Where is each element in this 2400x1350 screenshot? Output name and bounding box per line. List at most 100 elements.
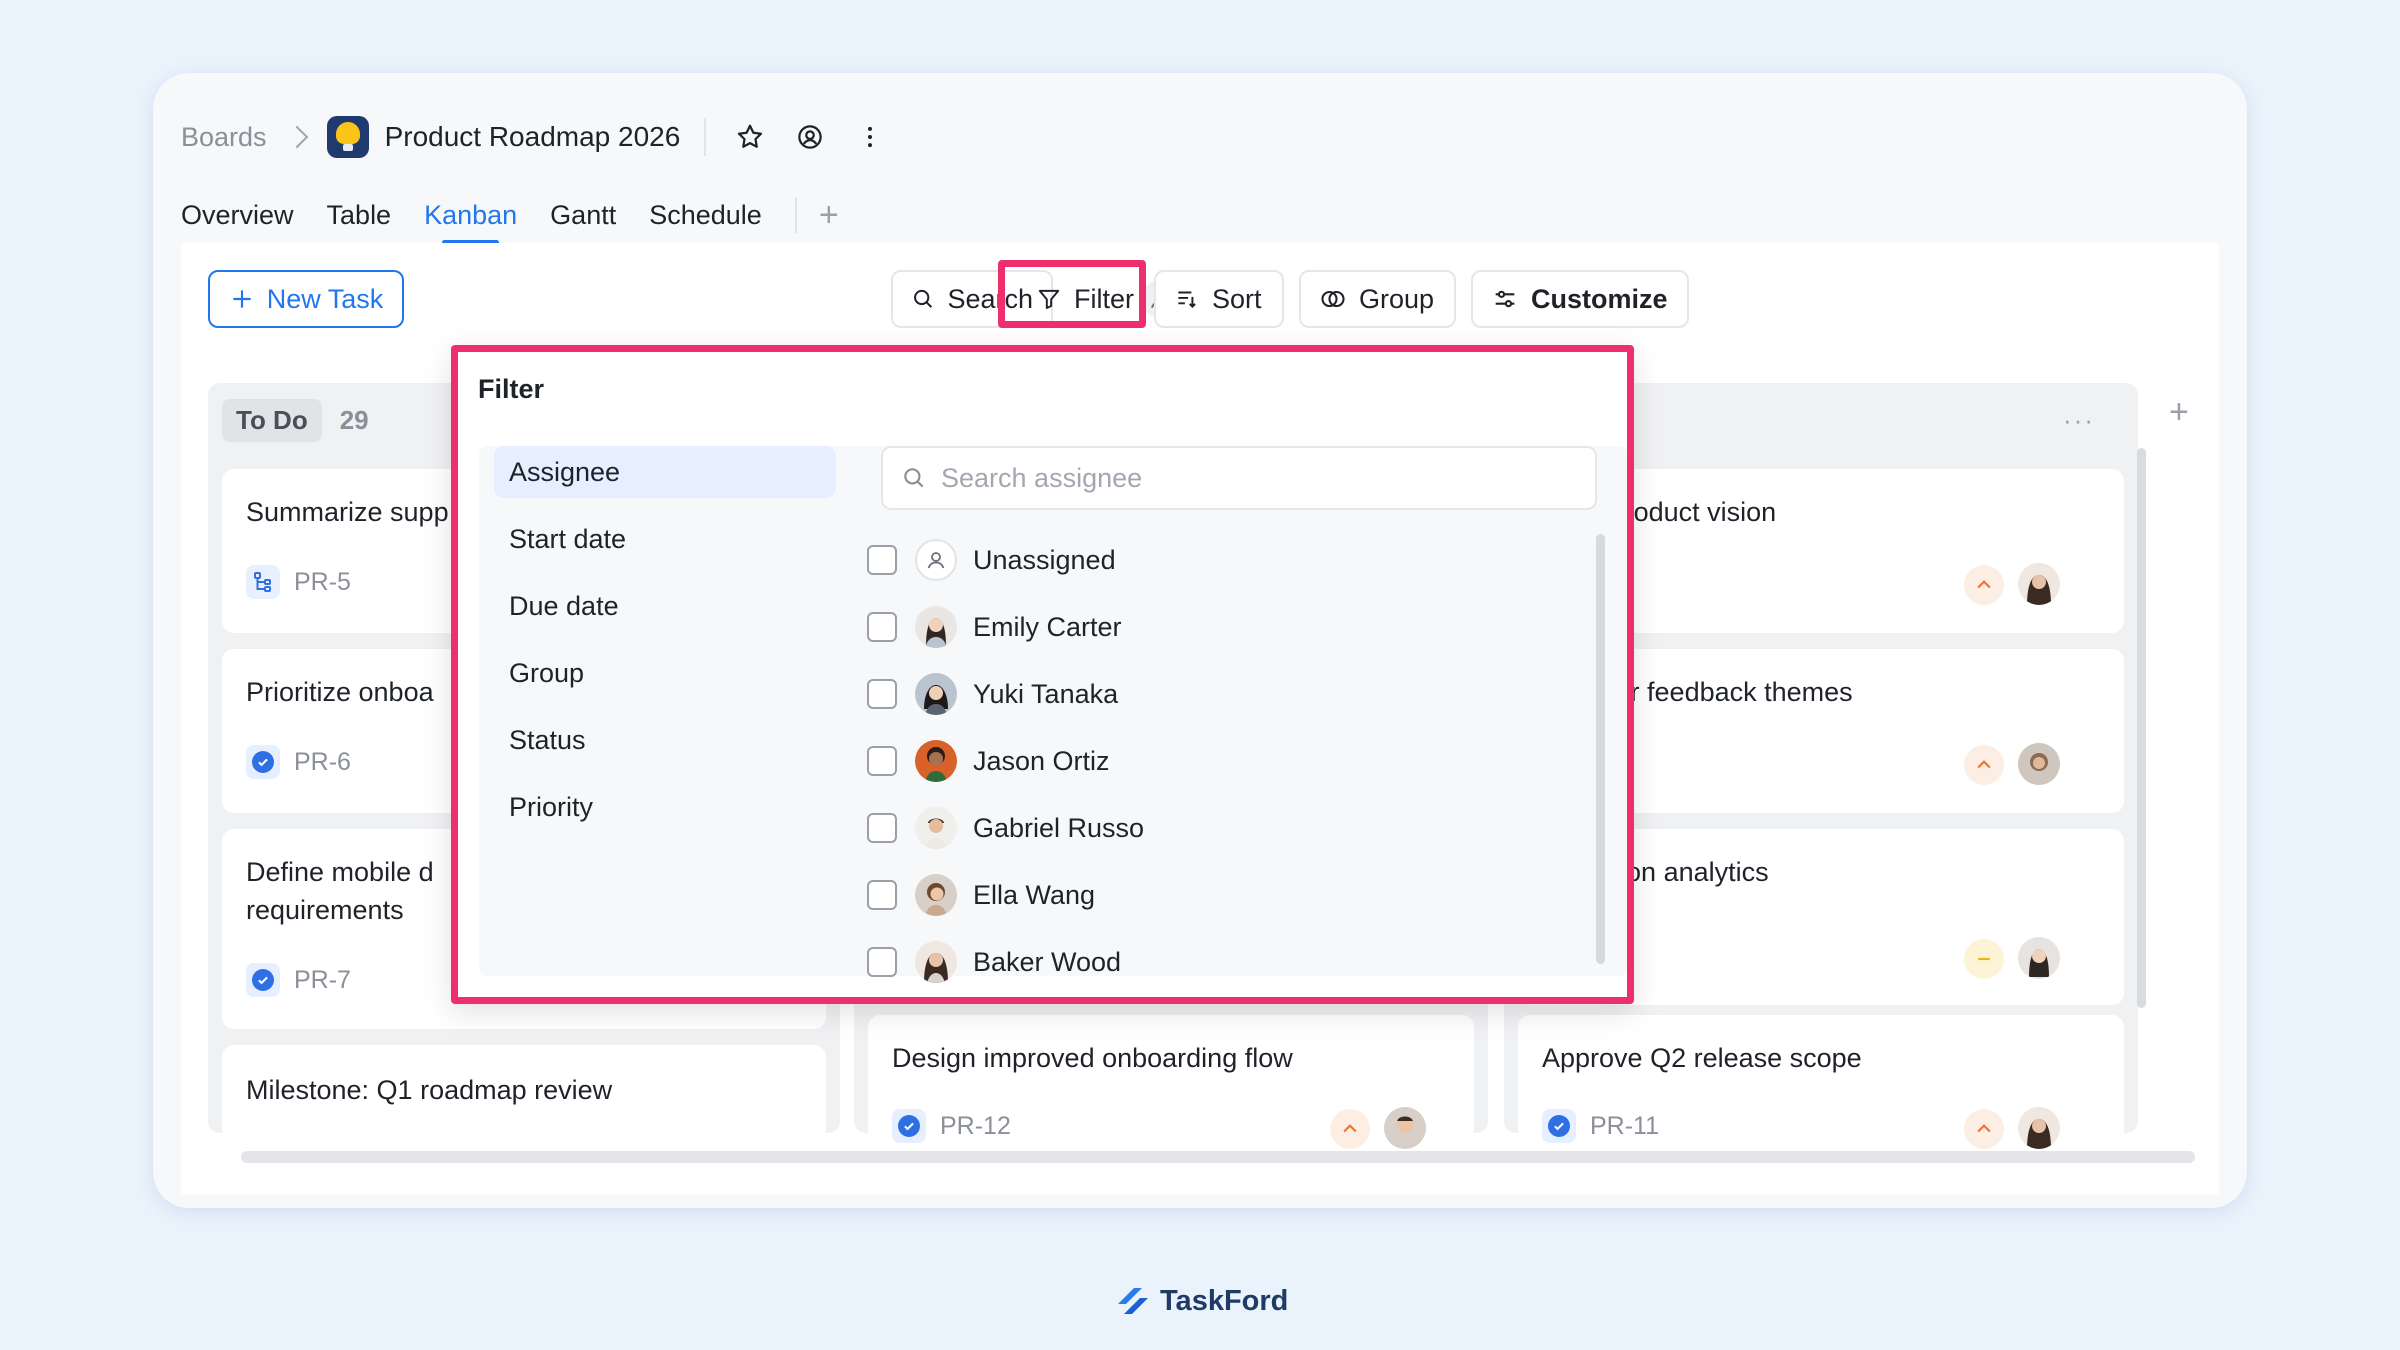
assignee-search-box[interactable] [881,446,1597,510]
task-check-icon [1542,1109,1576,1143]
avatar [915,673,957,715]
tab-schedule[interactable]: Schedule [649,190,762,241]
filter-popover: Filter Assignee Start date Due date Grou… [451,345,1634,1004]
assignee-option[interactable]: Jason Ortiz [867,733,1110,789]
filter-option-due-date[interactable]: Due date [494,580,836,632]
assignee-name: Yuki Tanaka [973,678,1119,709]
task-meta: PR-6 [246,745,351,779]
assignee-checkbox[interactable] [867,679,897,709]
brand-name: TaskFord [1160,1284,1289,1317]
share-members-icon[interactable] [790,117,830,157]
customize-button-label: Customize [1531,283,1668,314]
assignee-name: Unassigned [973,544,1116,575]
task-check-icon [892,1109,926,1143]
task-title: Approve Q2 release scope [1542,1043,1862,1073]
filter-highlight [998,260,1146,328]
avatar [915,941,957,983]
breadcrumb-boards-link[interactable]: Boards [181,122,267,153]
task-card[interactable]: Milestone: Q1 roadmap review [222,1045,826,1133]
assignee-avatar [2018,937,2060,979]
task-card[interactable]: Approve Q2 release scope PR-11 [1518,1015,2124,1149]
filter-popover-title: Filter [478,374,545,404]
task-id: PR-6 [294,747,351,776]
task-meta: PR-11 [1542,1109,1659,1143]
filter-option-status[interactable]: Status [494,714,836,766]
vertical-scrollbar[interactable] [2137,448,2146,1008]
task-check-icon [246,745,280,779]
task-title: Design improved onboarding flow [892,1043,1293,1073]
project-title: Product Roadmap 2026 [384,121,681,152]
search-icon [904,468,924,488]
assignee-option[interactable]: Emily Carter [867,599,1122,655]
assignee-checkbox[interactable] [867,813,897,843]
group-button-label: Group [1359,283,1435,314]
priority-high-icon [1964,565,2004,605]
assignee-option[interactable]: Yuki Tanaka [867,666,1118,722]
assignee-checkbox[interactable] [867,612,897,642]
assignee-avatar [1384,1107,1426,1149]
avatar [915,606,957,648]
assignee-option[interactable]: Ella Wang [867,867,1095,923]
avatar [915,874,957,916]
assignee-checkbox[interactable] [867,545,897,575]
breadcrumb: Boards Product Roadmap 2026 [181,109,910,165]
more-vertical-icon[interactable] [850,117,890,157]
task-id: PR-7 [294,965,351,994]
customize-button[interactable]: Customize [1471,270,1689,328]
assignee-checkbox[interactable] [867,746,897,776]
assignee-filter-panel: Unassigned Emily Carter Yuki Tanaka Jaso… [857,446,1627,983]
filter-option-start-date[interactable]: Start date [494,513,836,565]
assignee-checkbox[interactable] [867,880,897,910]
add-view-icon[interactable]: + [819,196,839,235]
column-count: 29 [339,405,369,435]
tab-gantt[interactable]: Gantt [550,190,616,241]
sort-button[interactable]: Sort [1154,270,1284,328]
filter-option-group[interactable]: Group [494,647,836,699]
tab-kanban[interactable]: Kanban [424,190,517,245]
divider [794,197,797,233]
project-bulb-icon [326,116,369,158]
assignee-name: Gabriel Russo [973,812,1145,843]
task-meta: PR-7 [246,963,351,997]
filter-option-assignee[interactable]: Assignee [494,446,836,498]
task-id: PR-11 [1590,1111,1660,1140]
tab-overview[interactable]: Overview [181,190,294,241]
sort-icon [1178,291,1196,308]
group-icon [1321,290,1345,308]
new-task-button[interactable]: New Task [208,270,404,328]
new-task-label: New Task [266,283,384,314]
assignee-option[interactable]: Baker Wood [867,934,1121,990]
assignee-option[interactable]: Unassigned [867,532,1116,588]
assignee-search-input[interactable] [941,462,1561,494]
assignee-option[interactable]: Gabriel Russo [867,800,1144,856]
priority-medium-icon [1964,939,2004,979]
sliders-icon [1495,290,1515,308]
filter-field-list: Assignee Start date Due date Group Statu… [479,446,881,976]
tab-table[interactable]: Table [327,190,392,241]
group-button[interactable]: Group [1299,270,1456,328]
priority-high-icon [1330,1109,1370,1149]
column-more-icon[interactable]: ··· [2063,405,2095,436]
divider [704,118,707,156]
filter-option-priority[interactable]: Priority [494,781,836,833]
assignee-avatar [2018,1107,2060,1149]
sort-button-label: Sort [1212,283,1262,314]
horizontal-scrollbar[interactable] [241,1151,2195,1163]
task-check-icon [246,963,280,997]
avatar [915,740,957,782]
unassigned-avatar-icon [915,539,957,581]
add-column-icon[interactable]: + [2169,393,2189,432]
assignee-checkbox[interactable] [867,947,897,977]
task-title: Milestone: Q1 roadmap review [246,1075,613,1105]
taskford-logo-icon [1118,1288,1148,1314]
assignee-name: Baker Wood [973,946,1122,977]
subtask-icon [246,565,280,599]
assignee-name: Jason Ortiz [973,745,1110,776]
task-title: Define mobile d requirements [246,857,434,925]
assignee-avatar [2018,743,2060,785]
star-icon[interactable] [730,117,770,157]
task-card[interactable]: Design improved onboarding flow PR-12 [868,1015,1474,1149]
assignee-list-scrollbar[interactable] [1596,534,1605,964]
task-id: PR-5 [294,567,351,596]
priority-high-icon [1964,1109,2004,1149]
